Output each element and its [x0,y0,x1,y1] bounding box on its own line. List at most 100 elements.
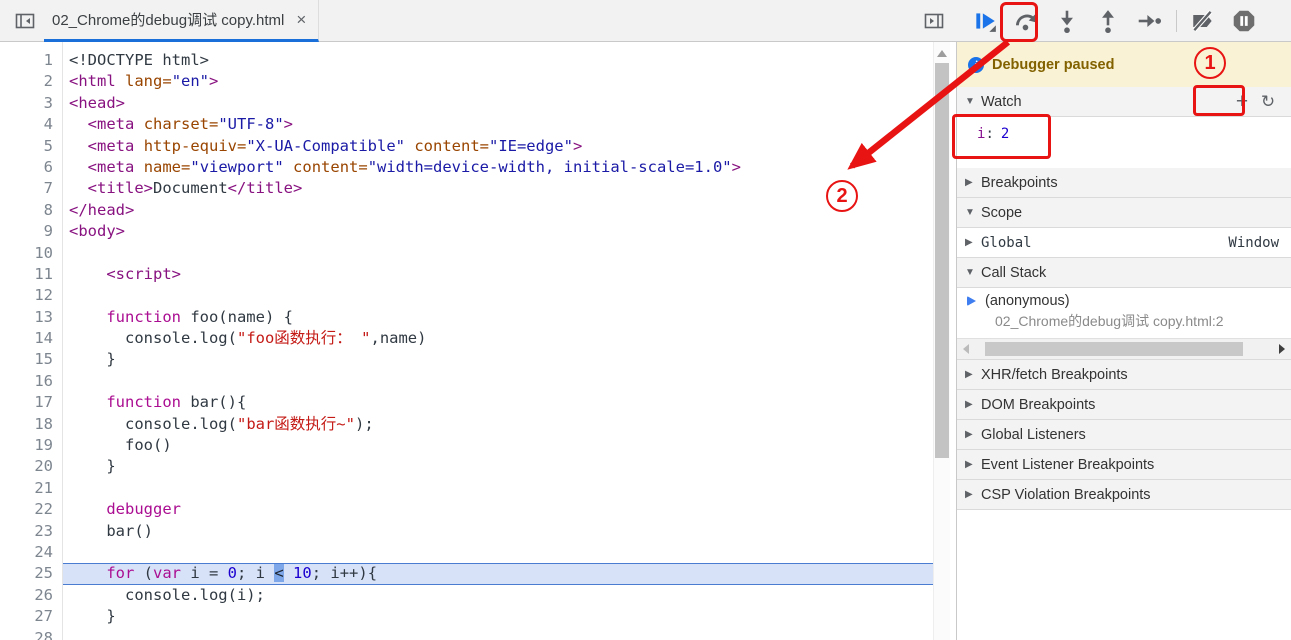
code-text: <title>Document</title> [62,178,933,199]
watch-expression-row[interactable]: i:2 [957,121,1291,147]
call-stack-horizontal-scrollbar[interactable] [957,338,1291,360]
line-number[interactable]: 7 [0,178,62,199]
code-editor: 1<!DOCTYPE html>2<html lang="en">3<head>… [0,42,933,640]
execution-position-token: < [274,564,283,582]
watch-value: 2 [1001,126,1009,142]
line-number[interactable]: 27 [0,606,62,627]
line-number[interactable]: 9 [0,221,62,242]
pause-on-exceptions-button[interactable] [1226,4,1262,38]
code-line: 23 bar() [0,521,933,542]
global-listeners-label: Global Listeners [981,427,1086,443]
line-number[interactable]: 18 [0,414,62,435]
code-line: 2<html lang="en"> [0,71,933,92]
scope-global-row[interactable]: ▶ Global Window [957,228,1291,258]
line-number[interactable]: 20 [0,456,62,477]
line-number[interactable]: 10 [0,243,62,264]
scrollbar-left-arrow-icon[interactable] [963,344,969,354]
step-out-button[interactable] [1090,4,1126,38]
section-breakpoints[interactable]: ▶ Breakpoints [957,168,1291,198]
line-number[interactable]: 28 [0,628,62,640]
info-icon: i [968,57,984,73]
resume-script-button[interactable] [967,4,1003,38]
code-line: 5 <meta http-equiv="X-UA-Compatible" con… [0,136,933,157]
code-line: 26 console.log(i); [0,585,933,606]
sidebar-toggle-icon[interactable] [920,8,948,34]
line-number[interactable]: 3 [0,93,62,114]
line-number[interactable]: 4 [0,114,62,135]
code-line: 11 <script> [0,264,933,285]
section-scope[interactable]: ▼ Scope [957,198,1291,228]
code-line: 22 debugger [0,499,933,520]
editor-vertical-scrollbar[interactable] [933,42,950,640]
code-text [62,478,933,499]
code-text [62,371,933,392]
section-call-stack[interactable]: ▼ Call Stack [957,258,1291,288]
line-number[interactable]: 6 [0,157,62,178]
section-dom-breakpoints[interactable]: ▶ DOM Breakpoints [957,390,1291,420]
line-number[interactable]: 13 [0,307,62,328]
code-line: 16 [0,371,933,392]
line-number[interactable]: 17 [0,392,62,413]
scrollbar-thumb[interactable] [935,63,949,458]
refresh-watch-button[interactable]: ↻ [1255,90,1281,114]
call-stack-frame[interactable]: (anonymous) 02_Chrome的debug调试 copy.html:… [957,288,1291,338]
code-line: 3<head> [0,93,933,114]
line-number[interactable]: 22 [0,499,62,520]
section-global-listeners[interactable]: ▶ Global Listeners [957,420,1291,450]
line-number[interactable]: 19 [0,435,62,456]
section-csp-breakpoints[interactable]: ▶ CSP Violation Breakpoints [957,480,1291,510]
code-line: 12 [0,285,933,306]
code-text: <html lang="en"> [62,71,933,92]
code-line: 10 [0,243,933,264]
line-number[interactable]: 1 [0,50,62,71]
gutter-border [62,42,63,640]
line-number[interactable]: 16 [0,371,62,392]
code-text: } [62,456,933,477]
line-number[interactable]: 25 [0,563,62,584]
line-number[interactable]: 5 [0,136,62,157]
debugger-paused-banner: i Debugger paused [957,42,1291,87]
code-text: } [62,606,933,627]
tab-close-icon[interactable]: × [296,11,306,28]
code-line: 1<!DOCTYPE html> [0,50,933,71]
file-tab[interactable]: 02_Chrome的debug调试 copy.html × [44,0,319,42]
call-stack-label: Call Stack [981,265,1046,281]
line-number[interactable]: 21 [0,478,62,499]
code-line: 8</head> [0,200,933,221]
code-text: for (var i = 0; i < 10; i++){ [62,563,933,584]
line-number[interactable]: 11 [0,264,62,285]
section-watch[interactable]: ▼ Watch + ↻ [957,87,1291,117]
code-line: 21 [0,478,933,499]
code-text: console.log(i); [62,585,933,606]
line-number[interactable]: 24 [0,542,62,563]
code-text [62,628,933,640]
step-over-button[interactable] [1008,4,1044,38]
code-text [62,243,933,264]
line-number[interactable]: 2 [0,71,62,92]
chevron-right-icon: ▶ [965,489,981,500]
chevron-right-icon: ▶ [965,429,981,440]
scrollbar-thumb[interactable] [985,342,1243,356]
add-watch-button[interactable]: + [1229,90,1255,114]
section-event-listener-breakpoints[interactable]: ▶ Event Listener Breakpoints [957,450,1291,480]
code-text: bar() [62,521,933,542]
navigator-toggle-icon[interactable] [12,8,38,34]
deactivate-breakpoints-button[interactable] [1185,4,1221,38]
chevron-right-icon: ▶ [965,369,981,380]
line-number[interactable]: 15 [0,349,62,370]
current-frame-icon [967,296,976,306]
code-line: 24 [0,542,933,563]
scrollbar-right-arrow-icon[interactable] [1279,344,1285,354]
step-button[interactable] [1131,4,1167,38]
devtools-sources-panel: 02_Chrome的debug调试 copy.html × [0,0,1291,640]
step-into-button[interactable] [1049,4,1085,38]
scrollbar-up-arrow-icon[interactable] [937,50,947,57]
line-number[interactable]: 8 [0,200,62,221]
section-xhr-breakpoints[interactable]: ▶ XHR/fetch Breakpoints [957,360,1291,390]
chevron-down-icon: ▼ [965,207,981,218]
line-number[interactable]: 23 [0,521,62,542]
line-number[interactable]: 12 [0,285,62,306]
line-number[interactable]: 26 [0,585,62,606]
breakpoints-label: Breakpoints [981,175,1058,191]
line-number[interactable]: 14 [0,328,62,349]
